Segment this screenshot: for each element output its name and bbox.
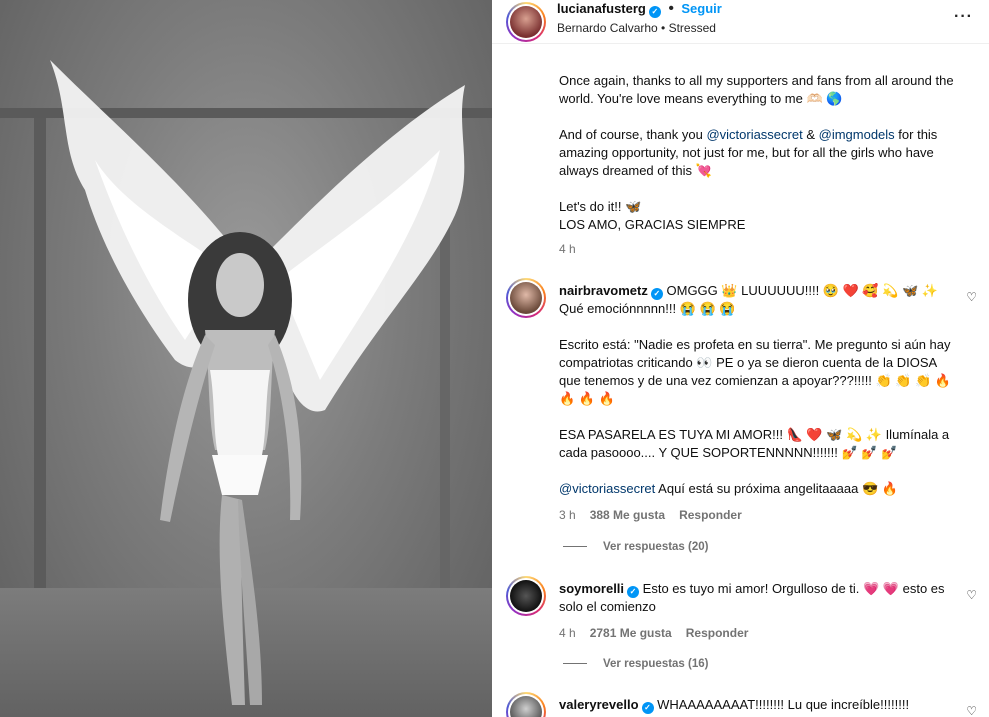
reply-button[interactable]: Responder <box>679 508 742 522</box>
mention-link[interactable]: @victoriassecret <box>706 127 802 142</box>
separator-dot: • <box>668 0 674 17</box>
comment-meta: 4 h 2781 Me gusta Responder <box>559 624 949 642</box>
angel-figure-illustration <box>50 60 465 705</box>
post-timestamp[interactable]: 4 h <box>559 240 969 258</box>
caption-paragraph-1: Once again, thanks to all my supporters … <box>559 73 954 106</box>
comment-time[interactable]: 4 h <box>559 626 576 640</box>
commenter-avatar[interactable] <box>506 692 546 717</box>
comment-username[interactable]: soymorelli <box>559 581 624 596</box>
mention-link[interactable]: @victoriassecret <box>559 481 655 496</box>
comment-likes[interactable]: 2781 Me gusta <box>590 626 672 640</box>
follow-button[interactable]: Seguir <box>681 1 721 16</box>
comment-likes[interactable]: 388 Me gusta <box>590 508 665 522</box>
caption-paragraph-3: Let's do it!! 🦋 LOS AMO, GRACIAS SIEMPRE <box>559 199 746 232</box>
mention-link[interactable]: @imgmodels <box>819 127 895 142</box>
comment-time[interactable]: 3 h <box>559 508 576 522</box>
like-heart-icon[interactable]: ♡ <box>966 702 977 717</box>
commenter-avatar[interactable] <box>506 576 546 616</box>
audio-track[interactable]: Bernardo Calvarho • Stressed <box>557 21 716 35</box>
reply-button[interactable]: Responder <box>686 626 749 640</box>
post-caption: Once again, thanks to all my supporters … <box>559 72 969 258</box>
caption-paragraph-2: And of course, thank you @victoriassecre… <box>559 127 938 178</box>
comment-body: soymorelli ✓ Esto es tuyo mi amor! Orgull… <box>559 580 949 642</box>
comment-body: valeryrevello ✓ WHAAAAAAAAT!!!!!!!! Lu qu… <box>559 697 910 714</box>
verified-icon: ✓ <box>650 288 663 300</box>
more-options-icon[interactable]: ··· <box>954 8 973 26</box>
post-header: lucianafusterg ✓ • Seguir Bernardo Calvar… <box>492 0 989 44</box>
like-heart-icon[interactable]: ♡ <box>966 288 977 306</box>
commenter-avatar[interactable] <box>506 278 546 318</box>
comment-username[interactable]: nairbravometz <box>559 283 648 298</box>
post-detail-panel: lucianafusterg ✓ • Seguir Bernardo Calvar… <box>492 0 989 717</box>
author-info: lucianafusterg ✓ • Seguir <box>557 0 722 18</box>
post-photo[interactable] <box>0 0 492 717</box>
comment-body: nairbravometz ✓ OMGGG 👑 LUUUUUU!!!! 🥹 ❤️ … <box>559 282 959 524</box>
comment-username[interactable]: valeryrevello <box>559 697 639 712</box>
verified-icon: ✓ <box>641 702 654 714</box>
author-avatar[interactable] <box>506 2 546 42</box>
view-replies-button[interactable]: Ver respuestas (16) <box>563 658 708 670</box>
author-username[interactable]: lucianafusterg <box>557 1 646 16</box>
verified-icon: ✓ <box>627 586 640 598</box>
view-replies-button[interactable]: Ver respuestas (20) <box>563 541 708 553</box>
comment-meta: 3 h 388 Me gusta Responder <box>559 506 959 524</box>
verified-icon: ✓ <box>648 6 661 18</box>
like-heart-icon[interactable]: ♡ <box>966 586 977 604</box>
